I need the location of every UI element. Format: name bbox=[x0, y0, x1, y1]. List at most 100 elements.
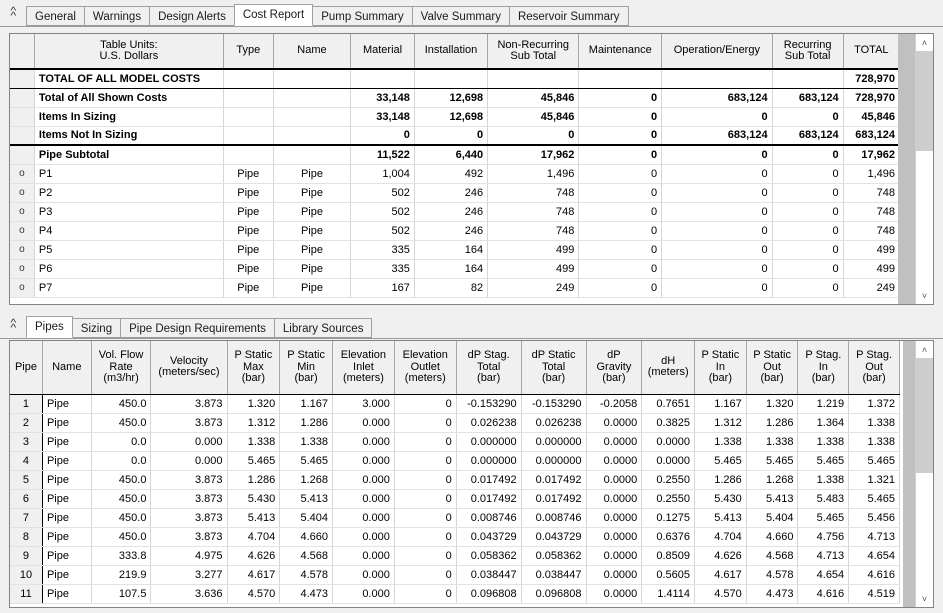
col-non-recurring-sub-total[interactable]: Non-Recurring Sub Total bbox=[487, 34, 580, 70]
col-type[interactable]: Type bbox=[223, 34, 274, 70]
tab-general[interactable]: General bbox=[26, 6, 85, 26]
tab-pipes[interactable]: Pipes bbox=[26, 316, 73, 338]
row-gutter[interactable] bbox=[10, 107, 35, 127]
cost-grid-vertical-scrollbar[interactable]: ˄ ˅ bbox=[915, 34, 933, 304]
pipe-cell: 0.000000 bbox=[456, 451, 522, 471]
pipe-name: Pipe bbox=[42, 489, 92, 509]
pipes-row[interactable]: 10 Pipe 219.9 3.277 4.617 4.578 0.000 0 0.038447… bbox=[10, 565, 900, 585]
cost-summary-row[interactable]: TOTAL OF ALL MODEL COSTS 728,970 bbox=[10, 68, 901, 89]
row-gutter[interactable] bbox=[10, 144, 35, 165]
cell-recurring: 0 bbox=[772, 183, 844, 203]
cost-summary-row[interactable]: Items Not In Sizing 0 0 0 0 683,124 683,124 683… bbox=[10, 126, 901, 146]
cell-maintenance bbox=[578, 68, 663, 89]
pipe-index: 11 bbox=[10, 584, 43, 604]
pipe-name: Pipe bbox=[42, 451, 92, 471]
row-gutter[interactable] bbox=[10, 68, 35, 89]
cost-item-row[interactable]: o P1 Pipe Pipe 1,004 492 1,496 0 0 0 1,496 bbox=[10, 164, 901, 184]
col-name[interactable]: Name bbox=[42, 341, 92, 395]
pipes-row[interactable]: 1 Pipe 450.0 3.873 1.320 1.167 3.000 0 -0.153290… bbox=[10, 394, 900, 414]
pipes-grid-vertical-scrollbar[interactable]: ˄ ˅ bbox=[915, 341, 933, 607]
pipes-row[interactable]: 4 Pipe 0.0 0.000 5.465 5.465 0.000 0 0.000000 0.0… bbox=[10, 451, 900, 471]
tab-pump-summary[interactable]: Pump Summary bbox=[312, 6, 413, 26]
tab-sizing[interactable]: Sizing bbox=[71, 318, 122, 338]
pipes-row[interactable]: 8 Pipe 450.0 3.873 4.704 4.660 0.000 0 0.043729 0… bbox=[10, 527, 900, 547]
pipes-row[interactable]: 5 Pipe 450.0 3.873 1.286 1.268 0.000 0 0.017492 0… bbox=[10, 470, 900, 490]
cost-item-row[interactable]: o P5 Pipe Pipe 335 164 499 0 0 0 499 bbox=[10, 240, 901, 260]
col-dh-meters[interactable]: dH (meters) bbox=[641, 341, 696, 395]
tab-design-alerts[interactable]: Design Alerts bbox=[149, 6, 235, 26]
cost-item-row[interactable]: o P4 Pipe Pipe 502 246 748 0 0 0 748 bbox=[10, 221, 901, 241]
row-marker[interactable]: o bbox=[10, 202, 35, 222]
pipes-row[interactable]: 11 Pipe 107.5 3.636 4.570 4.473 0.000 0 0.096808… bbox=[10, 584, 900, 604]
scroll-down-button[interactable]: ˅ bbox=[916, 590, 933, 607]
cell-installation: 246 bbox=[414, 183, 489, 203]
row-gutter[interactable] bbox=[10, 88, 35, 108]
col-maintenance[interactable]: Maintenance bbox=[578, 34, 663, 70]
tab-library-sources[interactable]: Library Sources bbox=[273, 318, 373, 338]
col-dp-static-total-bar[interactable]: dP Static Total (bar) bbox=[521, 341, 587, 395]
row-gutter[interactable] bbox=[10, 126, 35, 146]
row-marker[interactable]: o bbox=[10, 221, 35, 241]
pipe-cell: 1.167 bbox=[279, 394, 333, 414]
scroll-up-button[interactable]: ˄ bbox=[916, 34, 933, 51]
tab-cost-report[interactable]: Cost Report bbox=[233, 4, 314, 26]
pipe-cell: 450.0 bbox=[91, 470, 152, 490]
col-vol-flow-rate-m3-hr[interactable]: Vol. Flow Rate (m3/hr) bbox=[91, 341, 152, 395]
col-name[interactable]: Name bbox=[273, 34, 352, 70]
pipe-cell: 5.465 bbox=[797, 451, 850, 471]
col-p-static-min-bar[interactable]: P Static Min (bar) bbox=[279, 341, 333, 395]
scroll-track[interactable] bbox=[916, 51, 933, 287]
col-p-static-max-bar[interactable]: P Static Max (bar) bbox=[227, 341, 281, 395]
cost-item-row[interactable]: o P2 Pipe Pipe 502 246 748 0 0 0 748 bbox=[10, 183, 901, 203]
col-p-static-in-bar[interactable]: P Static In (bar) bbox=[694, 341, 747, 395]
cost-item-row[interactable]: o P3 Pipe Pipe 502 246 748 0 0 0 748 bbox=[10, 202, 901, 222]
cell-installation: 164 bbox=[414, 259, 489, 279]
cost-item-row[interactable]: o P7 Pipe Pipe 167 82 249 0 0 0 249 bbox=[10, 278, 901, 298]
cell-recurring: 0 bbox=[772, 144, 844, 165]
pipe-cell: 5.404 bbox=[279, 508, 333, 528]
col-p-static-out-bar[interactable]: P Static Out (bar) bbox=[746, 341, 799, 395]
cost-summary-row[interactable]: Pipe Subtotal 11,522 6,440 17,962 0 0 0 17,962 bbox=[10, 144, 901, 165]
col-dp-gravity-bar[interactable]: dP Gravity (bar) bbox=[586, 341, 643, 395]
col-table-units[interactable]: Table Units: U.S. Dollars bbox=[34, 34, 224, 70]
scroll-thumb[interactable] bbox=[916, 51, 933, 151]
row-marker[interactable]: o bbox=[10, 259, 35, 279]
col-elevation-inlet-meters[interactable]: Elevation Inlet (meters) bbox=[332, 341, 395, 395]
row-marker[interactable]: o bbox=[10, 278, 35, 298]
col-dp-stag-total-bar[interactable]: dP Stag. Total (bar) bbox=[456, 341, 522, 395]
col-velocity-meters-sec[interactable]: Velocity (meters/sec) bbox=[150, 341, 228, 395]
col-elevation-outlet-meters[interactable]: Elevation Outlet (meters) bbox=[394, 341, 457, 395]
col-installation[interactable]: Installation bbox=[414, 34, 489, 70]
tab-label: Pipes bbox=[35, 321, 64, 333]
col-material[interactable]: Material bbox=[350, 34, 415, 70]
col-p-stag-in-bar[interactable]: P Stag. In (bar) bbox=[797, 341, 850, 395]
collapse-bottom-panel-button[interactable]: ^ ^ bbox=[0, 314, 26, 338]
cost-summary-row[interactable]: Items In Sizing 33,148 12,698 45,846 0 0 0 45,8… bbox=[10, 107, 901, 127]
pipes-row[interactable]: 2 Pipe 450.0 3.873 1.312 1.286 0.000 0 0.026238 0… bbox=[10, 413, 900, 433]
pipes-row[interactable]: 9 Pipe 333.8 4.975 4.626 4.568 0.000 0 0.058362 0… bbox=[10, 546, 900, 566]
row-marker[interactable]: o bbox=[10, 240, 35, 260]
row-marker[interactable]: o bbox=[10, 164, 35, 184]
scroll-down-button[interactable]: ˅ bbox=[916, 287, 933, 304]
cell-maintenance: 0 bbox=[578, 202, 663, 222]
tab-warnings[interactable]: Warnings bbox=[83, 6, 151, 26]
tab-pipe-design-requirements[interactable]: Pipe Design Requirements bbox=[120, 318, 275, 338]
row-marker[interactable]: o bbox=[10, 183, 35, 203]
col-recurring-sub-total[interactable]: Recurring Sub Total bbox=[772, 34, 844, 70]
col-operation-energy[interactable]: Operation/Energy bbox=[661, 34, 773, 70]
pipes-row[interactable]: 6 Pipe 450.0 3.873 5.430 5.413 0.000 0 0.017492 0… bbox=[10, 489, 900, 509]
cost-summary-row[interactable]: Total of All Shown Costs 33,148 12,698 45,8… bbox=[10, 88, 901, 108]
scroll-up-button[interactable]: ˄ bbox=[916, 341, 933, 358]
col-pipe[interactable]: Pipe bbox=[10, 341, 43, 395]
cost-item-row[interactable]: o P6 Pipe Pipe 335 164 499 0 0 0 499 bbox=[10, 259, 901, 279]
col-p-stag-out-bar[interactable]: P Stag. Out (bar) bbox=[848, 341, 900, 395]
col-total[interactable]: TOTAL bbox=[843, 34, 901, 70]
tab-reservoir-summary[interactable]: Reservoir Summary bbox=[508, 6, 629, 26]
cell-operation: 0 bbox=[661, 278, 773, 298]
scroll-thumb[interactable] bbox=[916, 358, 933, 473]
pipes-row[interactable]: 3 Pipe 0.0 0.000 1.338 1.338 0.000 0 0.000000 0.0… bbox=[10, 432, 900, 452]
scroll-track[interactable] bbox=[916, 358, 933, 590]
tab-valve-summary[interactable]: Valve Summary bbox=[411, 6, 510, 26]
pipes-row[interactable]: 7 Pipe 450.0 3.873 5.413 5.404 0.000 0 0.008746 0… bbox=[10, 508, 900, 528]
collapse-top-panel-button[interactable]: ^ ^ bbox=[0, 2, 26, 26]
